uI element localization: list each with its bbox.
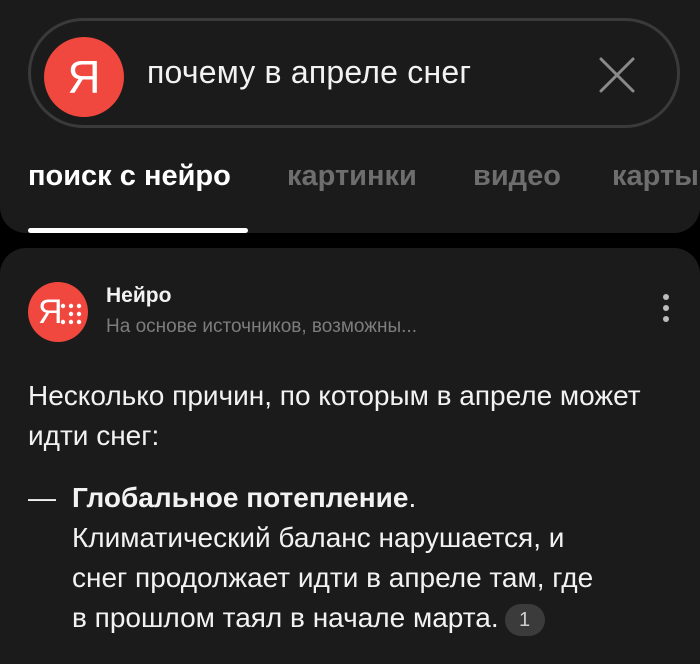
list-dash: — [28,482,56,513]
list-item-text: Глобальное потепление. Климатический бал… [72,478,672,638]
screen: Я почему в апреле снег поиск с нейро кар… [0,0,700,664]
list-item-line: снег продолжает идти в апреле там, где [72,562,594,593]
tab-video[interactable]: видео [473,160,561,193]
list-item-title-punct: . [408,482,417,513]
search-input[interactable]: почему в апреле снег [147,54,471,91]
more-vertical-icon [663,294,669,300]
tab-maps[interactable]: карты [612,160,699,193]
answer-source-name: Нейро [106,284,172,307]
more-options-button[interactable] [656,294,676,330]
list-item-line: Климатический баланс нарушается, и [72,522,565,553]
neuro-answer-card: Я Нейро На основе источников, возможны..… [0,248,700,664]
yandex-logo-icon[interactable]: Я [44,37,124,117]
search-bar[interactable]: Я почему в апреле снег [28,18,680,128]
list-item-title: Глобальное потепление [72,482,409,513]
clear-search-button[interactable] [597,55,637,95]
answer-intro: Несколько причин, по которым в апреле мо… [28,380,641,451]
close-icon [599,57,635,93]
search-header: Я почему в апреле снег поиск с нейро кар… [0,0,700,233]
source-reference-badge[interactable]: 1 [504,603,545,636]
tab-images[interactable]: картинки [287,160,417,193]
list-item-line: в прошлом таял в начале марта. [72,602,499,633]
neuro-logo-icon: Я [28,282,88,342]
active-tab-indicator [28,228,248,233]
answer-source-subtitle[interactable]: На основе источников, возможны... [106,316,417,338]
dots-pattern-icon [60,303,82,325]
tab-neuro-search[interactable]: поиск с нейро [28,160,231,193]
